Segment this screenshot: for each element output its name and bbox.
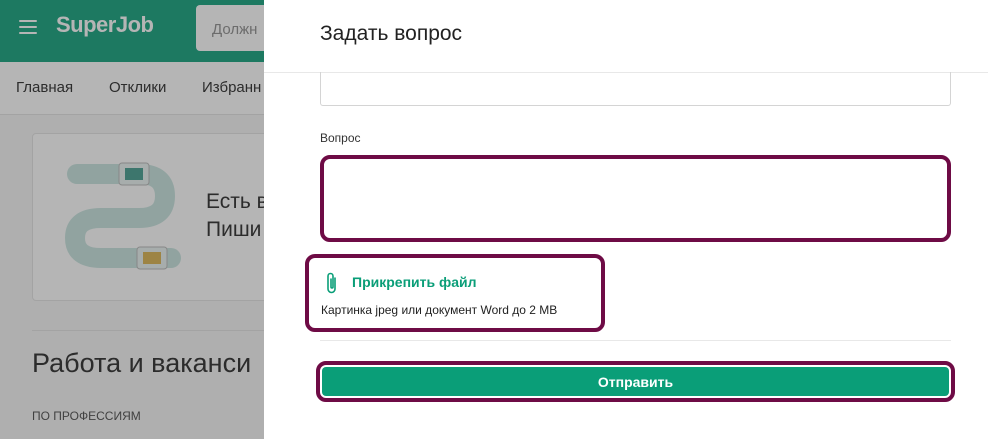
dialog-title: Задать вопрос [320,22,463,45]
question-input[interactable] [320,155,951,242]
attach-file-link[interactable]: Прикрепить файл [352,274,477,290]
attach-file-block: Прикрепить файл Картинка jpeg или докуме… [305,254,605,332]
ask-question-dialog: Задать вопрос Вопрос Прикрепить файл Кар… [264,0,988,439]
question-label: Вопрос [320,131,361,145]
dialog-header: Задать вопрос [264,0,988,73]
previous-field[interactable] [320,72,951,106]
submit-button-outline: Отправить [316,361,955,402]
divider [320,340,951,341]
paperclip-icon[interactable] [325,271,339,295]
attach-file-hint: Картинка jpeg или документ Word до 2 MB [321,303,558,317]
submit-button[interactable]: Отправить [322,367,949,396]
